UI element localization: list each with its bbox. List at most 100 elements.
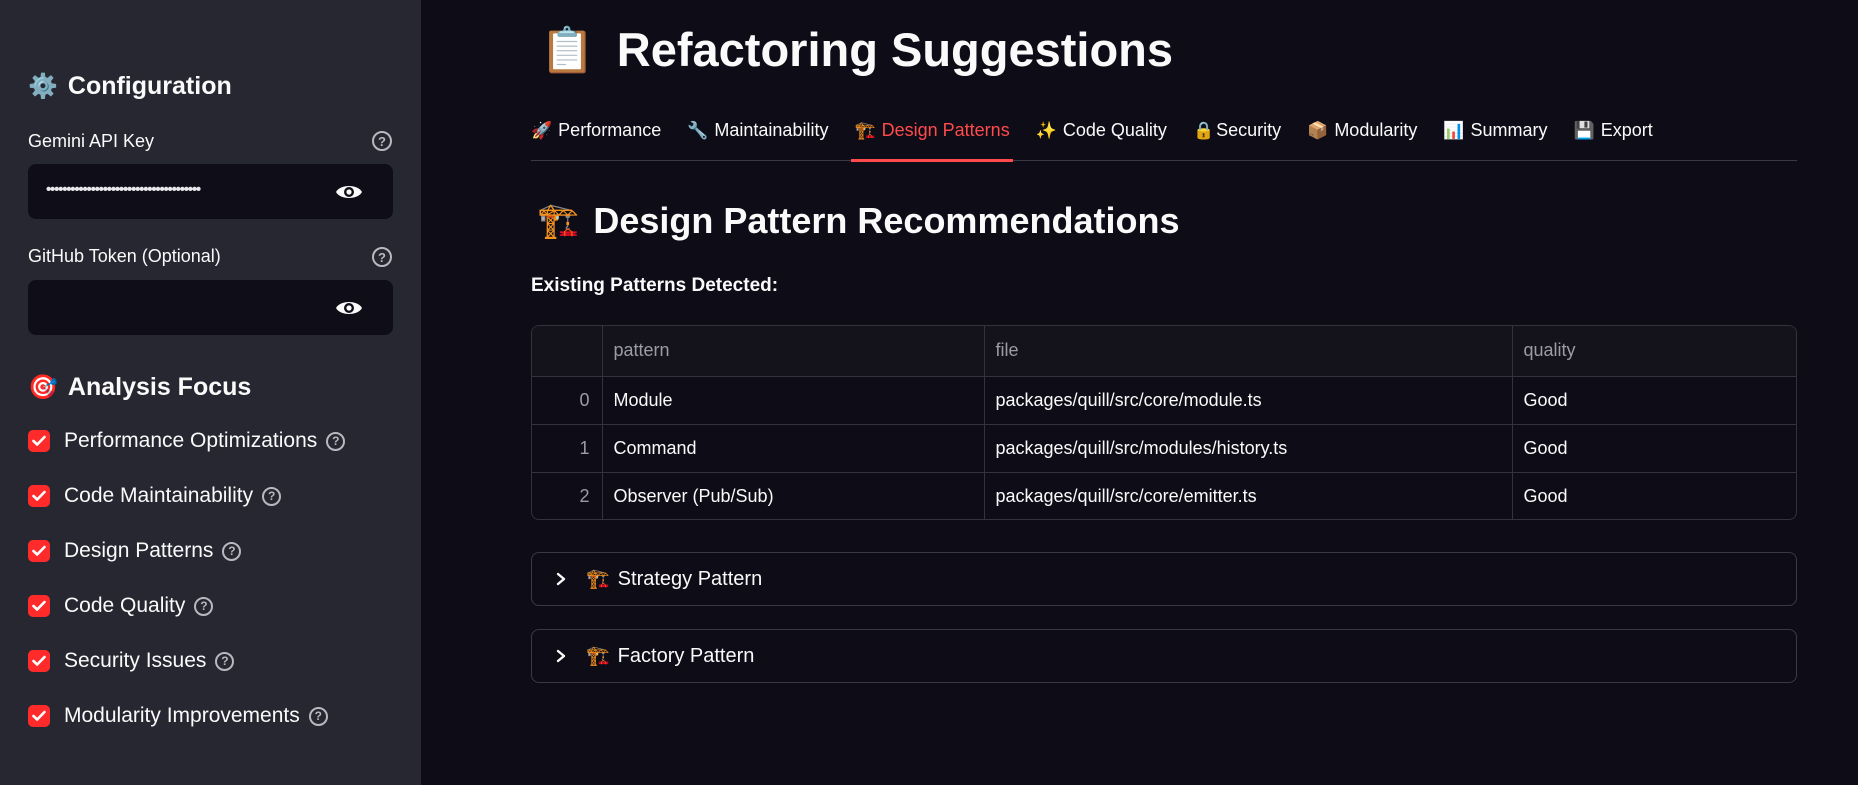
checkbox-label: Performance Optimizations bbox=[64, 429, 318, 452]
construction-crane-icon: 🏗️ bbox=[854, 120, 876, 140]
sparkles-icon: ✨ bbox=[1035, 120, 1057, 140]
construction-crane-icon: 🏗️ bbox=[586, 646, 610, 667]
help-icon[interactable]: ? bbox=[194, 596, 214, 616]
focus-performance-checkbox[interactable]: Performance Optimizations ? bbox=[28, 429, 346, 453]
target-icon: 🎯 bbox=[28, 374, 58, 401]
checkbox-checked-icon[interactable] bbox=[28, 485, 50, 507]
tab-label: Performance bbox=[558, 120, 662, 140]
tab-label: Design Patterns bbox=[881, 120, 1010, 140]
section-title: 🏗️ Design Pattern Recommendations bbox=[537, 200, 1179, 242]
row-index[interactable]: 0 bbox=[532, 376, 603, 425]
tab-maintainability[interactable]: 🔧 Maintainability bbox=[687, 110, 828, 161]
table-row: 2 Observer (Pub/Sub) packages/quill/src/… bbox=[532, 472, 1796, 519]
focus-design-patterns-checkbox[interactable]: Design Patterns ? bbox=[28, 539, 242, 563]
github-token-input[interactable] bbox=[28, 280, 393, 335]
checkbox-checked-icon[interactable] bbox=[28, 430, 50, 452]
column-header-pattern[interactable]: pattern bbox=[602, 326, 985, 377]
section-title-text: Design Pattern Recommendations bbox=[593, 200, 1180, 241]
help-icon[interactable]: ? bbox=[326, 431, 346, 451]
cell-pattern[interactable]: Command bbox=[602, 424, 985, 473]
configuration-heading: ⚙️ Configuration bbox=[28, 72, 232, 101]
construction-crane-icon: 🏗️ bbox=[586, 569, 610, 590]
floppy-disk-icon: 💾 bbox=[1573, 120, 1595, 140]
gear-icon: ⚙️ bbox=[28, 73, 58, 100]
factory-pattern-expander[interactable]: 🏗️ Factory Pattern bbox=[531, 629, 1797, 683]
help-icon[interactable]: ? bbox=[308, 706, 328, 726]
tab-performance[interactable]: 🚀 Performance bbox=[531, 110, 661, 161]
show-password-eye-icon[interactable] bbox=[335, 297, 363, 319]
chevron-right-icon bbox=[556, 649, 566, 663]
expander-label: Factory Pattern bbox=[617, 644, 755, 667]
cell-file[interactable]: packages/quill/src/modules/history.ts bbox=[984, 424, 1513, 473]
tab-label: Summary bbox=[1470, 120, 1548, 140]
row-index[interactable]: 1 bbox=[532, 424, 603, 473]
table-row: 1 Command packages/quill/src/modules/his… bbox=[532, 424, 1796, 473]
table-row: 0 Module packages/quill/src/core/module.… bbox=[532, 376, 1796, 425]
table-header-row: pattern file quality bbox=[532, 326, 1796, 377]
cell-quality[interactable]: Good bbox=[1512, 424, 1796, 473]
help-icon[interactable]: ? bbox=[222, 541, 242, 561]
package-icon: 📦 bbox=[1307, 120, 1329, 140]
construction-crane-icon: 🏗️ bbox=[537, 202, 580, 240]
checkbox-checked-icon[interactable] bbox=[28, 540, 50, 562]
help-icon[interactable]: ? bbox=[372, 247, 392, 267]
page-title: 📋 Refactoring Suggestions bbox=[540, 22, 1173, 77]
chevron-right-icon bbox=[556, 572, 566, 586]
row-index[interactable]: 2 bbox=[532, 472, 603, 519]
tab-summary[interactable]: 📊 Summary bbox=[1443, 110, 1547, 161]
help-icon[interactable]: ? bbox=[372, 131, 392, 151]
checkbox-label: Modularity Improvements bbox=[64, 704, 300, 727]
patterns-table[interactable]: pattern file quality 0 Module packages/q… bbox=[531, 325, 1797, 520]
tab-code-quality[interactable]: ✨ Code Quality bbox=[1036, 110, 1167, 161]
tab-label: Security bbox=[1216, 120, 1282, 140]
expander-label: Strategy Pattern bbox=[617, 567, 763, 590]
checkbox-label: Code Quality bbox=[64, 594, 186, 617]
configuration-heading-text: Configuration bbox=[67, 72, 232, 100]
checkbox-checked-icon[interactable] bbox=[28, 705, 50, 727]
tab-label: Modularity bbox=[1334, 120, 1418, 140]
wrench-icon: 🔧 bbox=[687, 120, 709, 140]
github-token-label: GitHub Token (Optional) bbox=[28, 246, 221, 266]
cell-quality[interactable]: Good bbox=[1512, 376, 1796, 425]
tab-label: Code Quality bbox=[1062, 120, 1167, 140]
checkbox-label: Code Maintainability bbox=[64, 484, 254, 507]
checkbox-checked-icon[interactable] bbox=[28, 650, 50, 672]
column-header-quality[interactable]: quality bbox=[1512, 326, 1796, 377]
column-header-index[interactable] bbox=[532, 326, 603, 377]
cell-file[interactable]: packages/quill/src/core/module.ts bbox=[984, 376, 1513, 425]
gemini-api-key-label: Gemini API Key bbox=[28, 131, 155, 151]
focus-security-checkbox[interactable]: Security Issues ? bbox=[28, 649, 235, 673]
tab-security[interactable]: 🔒 Security bbox=[1193, 110, 1281, 161]
checkbox-checked-icon[interactable] bbox=[28, 595, 50, 617]
tab-export[interactable]: 💾 Export bbox=[1574, 110, 1653, 161]
tab-label: Maintainability bbox=[714, 120, 829, 140]
clipboard-icon: 📋 bbox=[540, 25, 595, 75]
focus-code-quality-checkbox[interactable]: Code Quality ? bbox=[28, 594, 214, 618]
analysis-focus-heading: 🎯 Analysis Focus bbox=[28, 373, 251, 402]
cell-pattern[interactable]: Observer (Pub/Sub) bbox=[602, 472, 985, 519]
help-icon[interactable]: ? bbox=[215, 651, 235, 671]
strategy-pattern-expander[interactable]: 🏗️ Strategy Pattern bbox=[531, 552, 1797, 606]
checkbox-label: Security Issues bbox=[64, 649, 207, 672]
column-header-file[interactable]: file bbox=[984, 326, 1513, 377]
tab-bar: 🚀 Performance 🔧 Maintainability 🏗️ Desig… bbox=[531, 110, 1797, 162]
tab-modularity[interactable]: 📦 Modularity bbox=[1307, 110, 1417, 161]
tab-design-patterns[interactable]: 🏗️ Design Patterns bbox=[851, 110, 1013, 162]
lock-icon: 🔒 bbox=[1192, 120, 1215, 140]
focus-maintainability-checkbox[interactable]: Code Maintainability ? bbox=[28, 484, 282, 508]
checkbox-label: Design Patterns bbox=[64, 539, 214, 562]
cell-pattern[interactable]: Module bbox=[602, 376, 985, 425]
bar-chart-icon: 📊 bbox=[1443, 120, 1465, 140]
rocket-icon: 🚀 bbox=[531, 120, 553, 140]
sidebar: ⚙️ Configuration Gemini API Key ? ••••••… bbox=[0, 0, 421, 785]
analysis-focus-heading-text: Analysis Focus bbox=[67, 373, 252, 401]
page-title-text: Refactoring Suggestions bbox=[616, 23, 1174, 76]
api-key-value[interactable]: •••••••••••••••••••••••••••••••••••••• bbox=[46, 181, 338, 198]
focus-modularity-checkbox[interactable]: Modularity Improvements ? bbox=[28, 704, 328, 728]
cell-file[interactable]: packages/quill/src/core/emitter.ts bbox=[984, 472, 1513, 519]
show-password-eye-icon[interactable] bbox=[335, 181, 363, 203]
gemini-api-key-input[interactable]: •••••••••••••••••••••••••••••••••••••• bbox=[28, 164, 393, 219]
cell-quality[interactable]: Good bbox=[1512, 472, 1796, 519]
help-icon[interactable]: ? bbox=[262, 486, 282, 506]
tab-label: Export bbox=[1600, 120, 1653, 140]
